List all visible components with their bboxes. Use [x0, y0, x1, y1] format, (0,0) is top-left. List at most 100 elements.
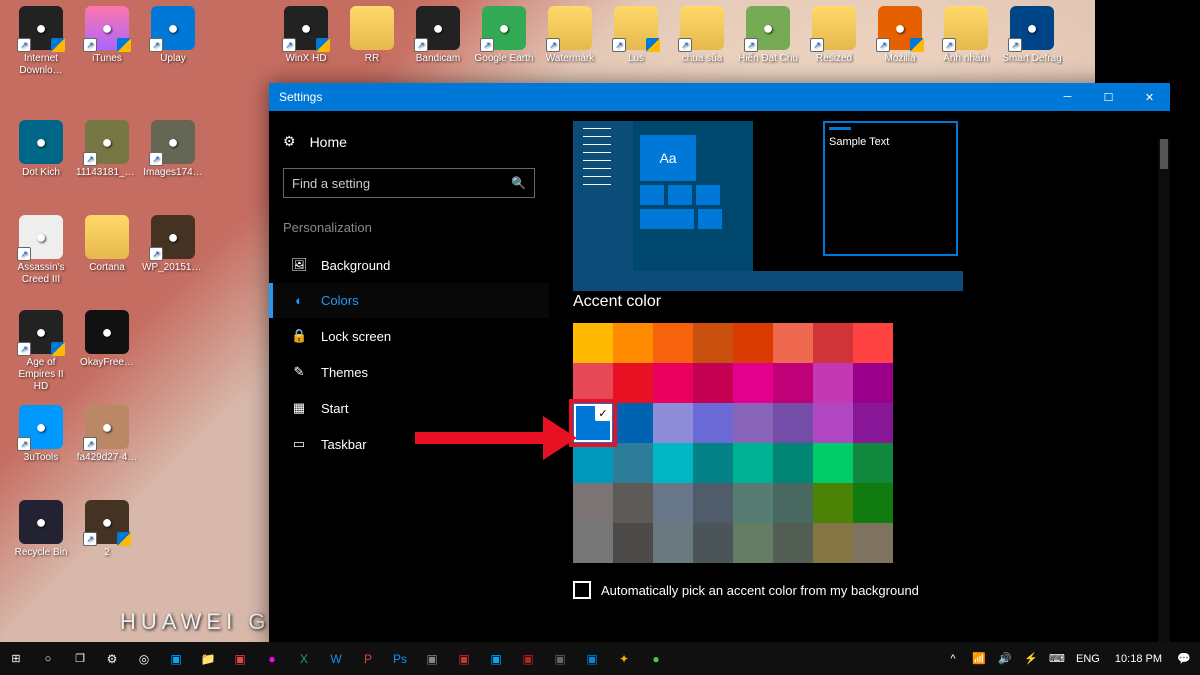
action-center-icon[interactable]: 💬: [1172, 642, 1196, 675]
accent-color-swatch[interactable]: [773, 483, 813, 523]
desktop-icon[interactable]: ↗Ảnh nhầm: [935, 6, 997, 65]
sidebar-item-background[interactable]: 🖼Background: [269, 247, 549, 283]
accent-color-swatch[interactable]: [733, 363, 773, 403]
taskbar-app-app[interactable]: ▣: [160, 642, 192, 675]
desktop-icon[interactable]: ↗Resized: [803, 6, 865, 65]
titlebar[interactable]: Settings ─ ☐ ✕: [269, 83, 1170, 111]
desktop-icon[interactable]: ●↗WinX HD: [275, 6, 337, 65]
accent-color-swatch[interactable]: [613, 403, 653, 443]
accent-color-swatch[interactable]: [573, 363, 613, 403]
taskbar-app-explorer[interactable]: 📁: [192, 642, 224, 675]
desktop-icon[interactable]: ●↗Google Earth: [473, 6, 535, 65]
accent-color-swatch[interactable]: [813, 443, 853, 483]
taskbar-app-app[interactable]: ◎: [128, 642, 160, 675]
accent-color-swatch[interactable]: [853, 363, 893, 403]
sidebar-item-taskbar[interactable]: ▭Taskbar: [269, 426, 549, 462]
accent-color-swatch[interactable]: [653, 523, 693, 563]
taskbar-app-app[interactable]: ▣: [480, 642, 512, 675]
accent-color-swatch[interactable]: [773, 443, 813, 483]
accent-color-swatch[interactable]: [573, 523, 613, 563]
desktop-icon[interactable]: ●Dot Kich: [10, 120, 72, 179]
desktop-icon[interactable]: ↗chua sủa: [671, 6, 733, 65]
desktop-icon[interactable]: ●↗WP_201510… (3): [142, 215, 204, 274]
accent-color-swatch[interactable]: [813, 483, 853, 523]
accent-color-swatch[interactable]: [733, 443, 773, 483]
accent-color-swatch[interactable]: [773, 523, 813, 563]
desktop-icon[interactable]: ●↗iTunes: [76, 6, 138, 65]
desktop-icon[interactable]: ●OkayFree…: [76, 310, 138, 369]
desktop-icon[interactable]: ●↗Mozilla: [869, 6, 931, 65]
accent-color-swatch[interactable]: [653, 363, 693, 403]
desktop-icon[interactable]: ●↗Bandicam: [407, 6, 469, 65]
accent-color-swatch[interactable]: [813, 363, 853, 403]
search-input[interactable]: Find a setting 🔍: [283, 168, 535, 198]
taskbar-app-app[interactable]: ▣: [448, 642, 480, 675]
taskbar-app-app[interactable]: ▣: [224, 642, 256, 675]
accent-color-swatch[interactable]: [653, 483, 693, 523]
accent-color-swatch[interactable]: [853, 443, 893, 483]
accent-color-swatch[interactable]: [653, 323, 693, 363]
accent-color-swatch[interactable]: [853, 403, 893, 443]
taskbar-app-photoshop[interactable]: Ps: [384, 642, 416, 675]
accent-color-swatch[interactable]: [613, 323, 653, 363]
taskbar-app-chrome[interactable]: ●: [640, 642, 672, 675]
taskbar-app-app[interactable]: ✦: [608, 642, 640, 675]
close-button[interactable]: ✕: [1129, 83, 1170, 111]
taskbar-app-app[interactable]: ▣: [512, 642, 544, 675]
start-button[interactable]: ⊞: [0, 642, 32, 675]
accent-color-swatch[interactable]: [693, 443, 733, 483]
tray-overflow[interactable]: ^: [941, 642, 965, 675]
accent-color-swatch[interactable]: [733, 323, 773, 363]
volume-icon[interactable]: 🔊: [993, 642, 1017, 675]
desktop-icon[interactable]: ●↗Uplay: [142, 6, 204, 65]
accent-color-swatch[interactable]: [853, 523, 893, 563]
clock[interactable]: 10:18 PM: [1107, 653, 1170, 665]
ime-icon[interactable]: ⌨: [1045, 642, 1069, 675]
desktop-icon[interactable]: ●↗11143181_1…: [76, 120, 138, 179]
accent-color-swatch[interactable]: [613, 523, 653, 563]
accent-color-swatch[interactable]: [613, 443, 653, 483]
desktop-icon[interactable]: ↗Watermark: [539, 6, 601, 65]
accent-color-swatch[interactable]: [573, 403, 613, 443]
accent-color-swatch[interactable]: [573, 483, 613, 523]
desktop-icon[interactable]: ↗Lus: [605, 6, 667, 65]
home-button[interactable]: ⚙ Home: [269, 125, 549, 164]
accent-color-swatch[interactable]: [653, 403, 693, 443]
accent-color-swatch[interactable]: [613, 483, 653, 523]
taskbar-app-powerpoint[interactable]: P: [352, 642, 384, 675]
accent-color-swatch[interactable]: [733, 523, 773, 563]
taskbar-app-app[interactable]: ▣: [416, 642, 448, 675]
desktop-icon[interactable]: ●↗2: [76, 500, 138, 559]
auto-pick-checkbox[interactable]: Automatically pick an accent color from …: [573, 581, 1146, 599]
accent-color-swatch[interactable]: [693, 363, 733, 403]
taskbar-app-settings[interactable]: ⚙: [96, 642, 128, 675]
accent-color-swatch[interactable]: [813, 403, 853, 443]
power-icon[interactable]: ⚡: [1019, 642, 1043, 675]
taskbar-app-excel[interactable]: X: [288, 642, 320, 675]
accent-color-swatch[interactable]: [693, 403, 733, 443]
desktop-icon[interactable]: ●↗fa429d27-4…: [76, 405, 138, 464]
network-icon[interactable]: 📶: [967, 642, 991, 675]
desktop-icon[interactable]: ●↗Images174…: [142, 120, 204, 179]
maximize-button[interactable]: ☐: [1088, 83, 1129, 111]
accent-color-swatch[interactable]: [693, 483, 733, 523]
accent-color-swatch[interactable]: [813, 323, 853, 363]
accent-color-swatch[interactable]: [853, 483, 893, 523]
vertical-scrollbar[interactable]: [1158, 139, 1170, 645]
taskbar-app-word[interactable]: W: [320, 642, 352, 675]
accent-color-swatch[interactable]: [773, 403, 813, 443]
desktop-icon[interactable]: ●↗3uTools: [10, 405, 72, 464]
task-view-button[interactable]: ❐: [64, 642, 96, 675]
sidebar-item-lock-screen[interactable]: 🔒Lock screen: [269, 318, 549, 354]
taskbar-app-app[interactable]: ▣: [544, 642, 576, 675]
cortana-button[interactable]: ○: [32, 642, 64, 675]
sidebar-item-colors[interactable]: ◐Colors: [269, 283, 549, 318]
desktop-icon[interactable]: RR: [341, 6, 403, 65]
accent-color-swatch[interactable]: [573, 323, 613, 363]
accent-color-swatch[interactable]: [813, 523, 853, 563]
desktop-icon[interactable]: ●↗Hiển Đạt Chu: [737, 6, 799, 65]
taskbar-app-app[interactable]: ●: [256, 642, 288, 675]
desktop-icon[interactable]: Cortana: [76, 215, 138, 274]
desktop-icon[interactable]: ●↗Assassin's Creed III: [10, 215, 72, 286]
accent-color-swatch[interactable]: [693, 323, 733, 363]
